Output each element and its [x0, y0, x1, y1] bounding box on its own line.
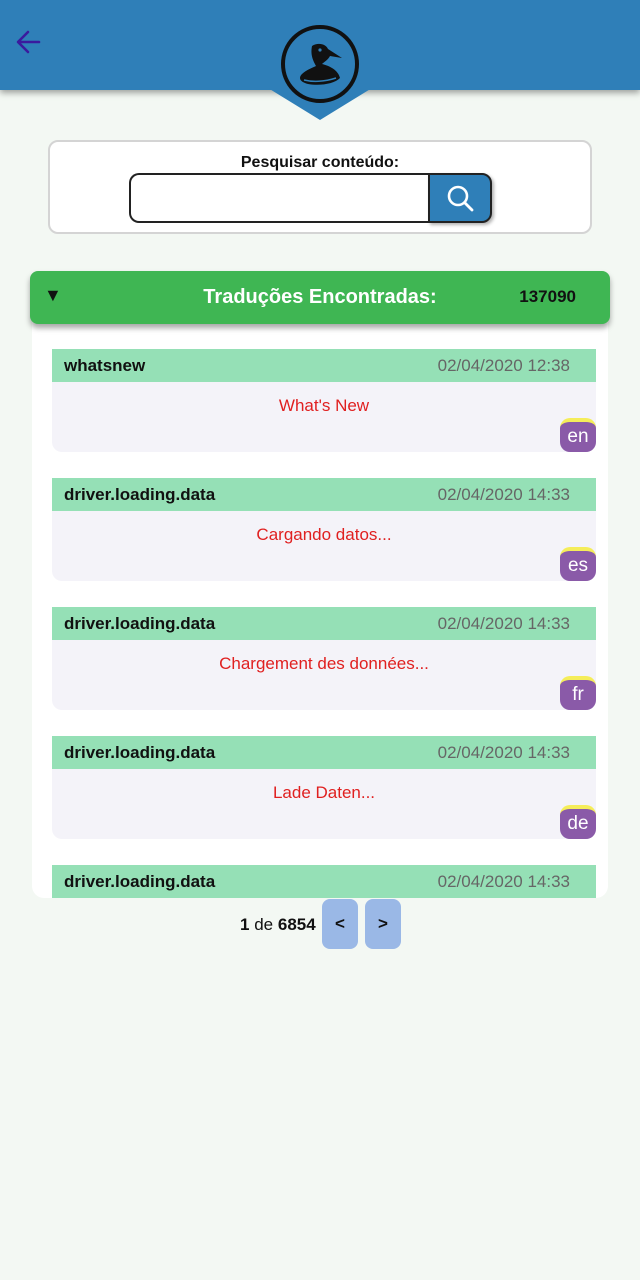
item-translation: Cargando datos... — [256, 525, 392, 544]
prev-page-button[interactable]: < — [322, 899, 358, 949]
item-key: whatsnew — [64, 356, 146, 375]
translation-item[interactable]: driver.loading.data 02/04/2020 14:33 Cha… — [52, 607, 596, 710]
translation-item[interactable]: driver.loading.data 02/04/2020 14:33 Car… — [52, 478, 596, 581]
item-header: whatsnew 02/04/2020 12:38 — [52, 349, 596, 382]
total-pages: 6854 — [277, 915, 316, 934]
search-label: Pesquisar conteúdo: — [240, 154, 400, 171]
item-header: driver.loading.data 02/04/2020 14:33 — [52, 478, 596, 511]
search-icon — [447, 185, 474, 212]
page-indicator: 1 de 6854 — [240, 915, 316, 935]
item-translation: Chargement des données... — [219, 654, 429, 673]
results-count: 137090 — [519, 287, 576, 306]
search-input[interactable] — [129, 173, 431, 223]
translation-item[interactable]: whatsnew 02/04/2020 12:38 What's New en — [52, 349, 596, 452]
language-badge: fr — [560, 676, 596, 710]
item-date: 02/04/2020 14:33 — [437, 872, 570, 891]
item-key: driver.loading.data — [64, 743, 216, 762]
item-header: driver.loading.data 02/04/2020 14:33 — [52, 607, 596, 640]
arrow-left-icon — [16, 30, 41, 54]
language-badge: en — [560, 418, 596, 452]
item-header: driver.loading.data 02/04/2020 14:33 — [52, 736, 596, 769]
item-body: Cargando datos... es — [52, 511, 596, 581]
item-header: driver.loading.data 02/04/2020 14:33 — [52, 865, 596, 898]
app-logo — [281, 25, 359, 103]
translation-item[interactable]: driver.loading.data 02/04/2020 14:33 — [52, 865, 596, 898]
back-button[interactable] — [12, 26, 44, 58]
item-translation: Lade Daten... — [272, 783, 376, 802]
item-body: What's New en — [52, 382, 596, 452]
next-page-button[interactable]: > — [365, 899, 401, 949]
item-date: 02/04/2020 14:33 — [437, 614, 570, 633]
item-body: Chargement des données... fr — [52, 640, 596, 710]
search-card: Pesquisar conteúdo: — [48, 140, 592, 234]
item-key: driver.loading.data — [64, 485, 216, 504]
results-header[interactable]: ▼ Traduções Encontradas: 137090 — [30, 271, 610, 324]
current-page: 1 — [240, 915, 250, 934]
item-key: driver.loading.data — [64, 872, 216, 891]
pelican-icon — [300, 43, 342, 85]
search-button[interactable] — [428, 173, 492, 223]
item-key: driver.loading.data — [64, 614, 216, 633]
pagination: 1 de 6854 < > — [0, 898, 640, 950]
translation-item[interactable]: driver.loading.data 02/04/2020 14:33 Lad… — [52, 736, 596, 839]
item-date: 02/04/2020 14:33 — [437, 485, 570, 504]
item-date: 02/04/2020 12:38 — [437, 356, 570, 375]
item-translation: What's New — [278, 396, 370, 415]
item-body: Lade Daten... de — [52, 769, 596, 839]
language-badge: de — [560, 805, 596, 839]
results-panel: whatsnew 02/04/2020 12:38 What's New en … — [32, 300, 608, 898]
item-date: 02/04/2020 14:33 — [437, 743, 570, 762]
language-badge: es — [560, 547, 596, 581]
page-of-label: de — [254, 915, 274, 934]
